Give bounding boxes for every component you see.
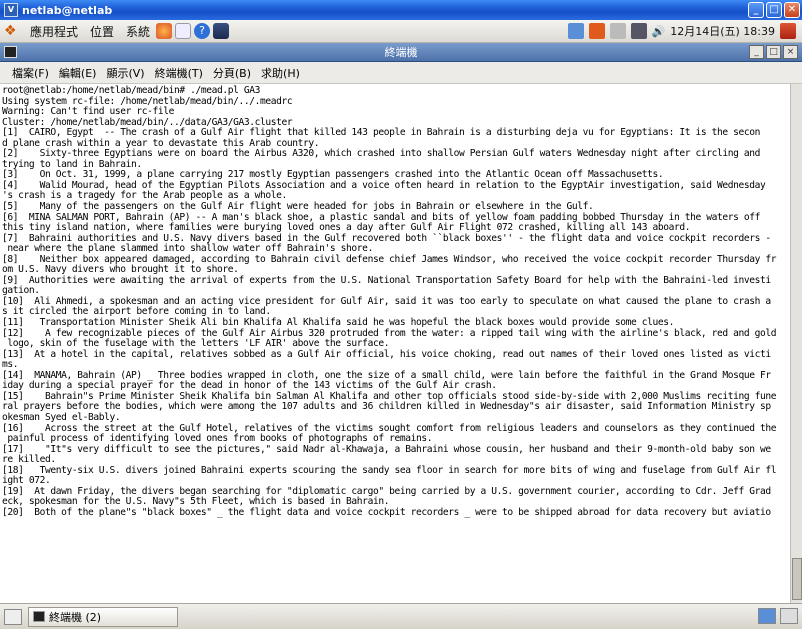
terminal-close-button[interactable]: × <box>783 45 798 59</box>
menu-edit[interactable]: 編輯(E) <box>59 65 97 81</box>
mail-launcher-icon[interactable] <box>175 23 192 39</box>
menu-terminal[interactable]: 終端機(T) <box>155 65 203 81</box>
volume-icon[interactable]: 🔊 <box>652 25 666 38</box>
printer-tray-icon[interactable] <box>609 23 626 39</box>
terminal-output[interactable]: root@netlab:/home/netlab/mead/bin# ./mea… <box>0 84 790 603</box>
gnome-foot-icon[interactable]: ❖ <box>4 23 22 39</box>
terminal-task-icon <box>33 611 45 622</box>
workspace-switcher-icon[interactable] <box>758 608 776 624</box>
vnc-app-icon: V <box>4 3 18 17</box>
taskbar-terminal-label: 終端機 (2) <box>49 610 102 624</box>
terminal-menubar: 檔案(F) 編輯(E) 顯示(V) 終端機(T) 分頁(B) 求助(H) <box>0 62 802 84</box>
window-titlebar: V netlab@netlab _ □ ✕ <box>0 0 802 20</box>
logout-icon[interactable] <box>780 23 796 39</box>
maximize-button[interactable]: □ <box>766 2 782 18</box>
terminal-titlebar: 終端機 _ □ × <box>0 43 802 62</box>
taskbar-terminal-button[interactable]: 終端機 (2) <box>28 606 178 627</box>
network-tray-icon[interactable] <box>567 23 584 39</box>
input-tray-icon[interactable] <box>630 23 647 39</box>
close-button[interactable]: ✕ <box>784 2 800 18</box>
terminal-window-icon[interactable] <box>4 46 17 58</box>
trash-icon[interactable] <box>780 608 798 624</box>
help-launcher-icon[interactable]: ? <box>194 23 211 39</box>
gnome-bottom-panel: 終端機 (2) <box>0 603 802 629</box>
menu-file[interactable]: 檔案(F) <box>12 65 49 81</box>
minimize-button[interactable]: _ <box>748 2 764 18</box>
menu-system[interactable]: 系統 <box>126 23 150 40</box>
menu-tabs[interactable]: 分頁(B) <box>213 65 251 81</box>
panel-clock[interactable]: 12月14日(五) 18:39 <box>670 23 775 39</box>
terminal-maximize-button[interactable]: □ <box>766 45 781 59</box>
menu-places[interactable]: 位置 <box>90 23 114 40</box>
firefox-launcher-icon[interactable] <box>156 23 173 39</box>
menu-applications[interactable]: 應用程式 <box>30 23 78 40</box>
menu-help[interactable]: 求助(H) <box>261 65 300 81</box>
scrollbar-thumb[interactable] <box>792 558 802 600</box>
window-title: netlab@netlab <box>22 3 113 17</box>
menu-view[interactable]: 顯示(V) <box>106 65 144 81</box>
terminal-title: 終端機 <box>384 46 418 59</box>
terminal-scrollbar[interactable] <box>790 84 802 603</box>
terminal-minimize-button[interactable]: _ <box>749 45 764 59</box>
terminal-launcher-icon[interactable] <box>213 23 230 39</box>
terminal-text: root@netlab:/home/netlab/mead/bin# ./mea… <box>2 85 777 518</box>
gnome-top-panel: ❖ 應用程式 位置 系統 ? 🔊 12月14日(五) 18:39 <box>0 20 802 43</box>
show-desktop-icon[interactable] <box>4 608 22 625</box>
update-tray-icon[interactable] <box>588 23 605 39</box>
